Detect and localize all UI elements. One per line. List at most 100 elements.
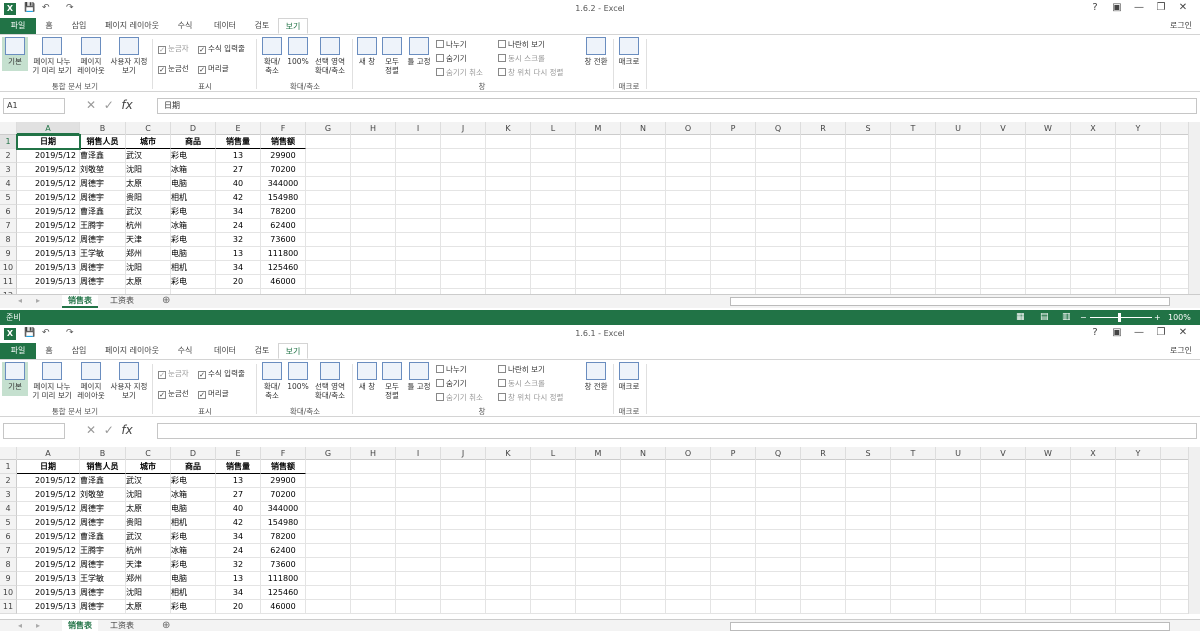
cell[interactable] (1026, 460, 1071, 474)
cell[interactable] (576, 149, 621, 163)
cell[interactable]: 电脑 (171, 177, 216, 191)
headings-checkbox-box[interactable]: ✓ (198, 391, 206, 399)
cell[interactable] (711, 177, 756, 191)
cell[interactable] (1026, 191, 1071, 205)
cell[interactable] (1071, 275, 1116, 289)
row-header[interactable]: 5 (0, 191, 17, 205)
cell[interactable] (396, 516, 441, 530)
cell[interactable] (801, 191, 846, 205)
cell[interactable] (846, 135, 891, 149)
cell[interactable] (936, 205, 981, 219)
cell[interactable] (1116, 247, 1161, 261)
formula-bar-checkbox-box[interactable]: ✓ (198, 371, 206, 379)
column-header[interactable]: L (531, 122, 576, 135)
cell[interactable]: 78200 (261, 205, 306, 219)
cell[interactable] (981, 191, 1026, 205)
cell[interactable] (711, 261, 756, 275)
cell[interactable] (441, 572, 486, 586)
column-header[interactable]: V (981, 447, 1026, 460)
cell[interactable] (846, 177, 891, 191)
cell[interactable]: 彩电 (171, 205, 216, 219)
cell[interactable] (801, 275, 846, 289)
cell[interactable] (1116, 149, 1161, 163)
cell[interactable]: 2019/5/12 (17, 149, 80, 163)
sync-scroll-button[interactable]: 동시 스크롤 (498, 53, 545, 64)
cell[interactable] (1071, 233, 1116, 247)
cell[interactable] (891, 460, 936, 474)
row-header[interactable]: 8 (0, 558, 17, 572)
headings-checkbox[interactable]: ✓ 머리글 (198, 388, 229, 399)
freeze-panes-button[interactable]: 틀 고정 (406, 37, 432, 69)
zoom-in-icon[interactable]: + (1154, 310, 1161, 325)
cell[interactable] (531, 191, 576, 205)
cell[interactable]: 刘敬堃 (80, 163, 126, 177)
worksheet-grid[interactable]: A B C D E F G H I J K L M N O P Q R S T U V W X Y 1 日期 销售人员 城市 商品 销售量销… (0, 447, 1188, 614)
column-header[interactable]: D (171, 447, 216, 460)
cell[interactable] (1071, 474, 1116, 488)
row-header[interactable]: 10 (0, 586, 17, 600)
tab-6[interactable]: 검토 (248, 18, 276, 34)
cell[interactable] (621, 572, 666, 586)
cell[interactable] (531, 275, 576, 289)
cell[interactable] (756, 149, 801, 163)
cell[interactable] (1116, 191, 1161, 205)
new-window-button[interactable]: 새 창 (356, 362, 378, 394)
cell[interactable]: 销售额 (261, 135, 306, 149)
cell[interactable] (891, 530, 936, 544)
new-window-button[interactable]: 새 창 (356, 37, 378, 69)
cell[interactable]: 彩电 (171, 233, 216, 247)
cell[interactable] (711, 558, 756, 572)
cell[interactable] (1026, 572, 1071, 586)
cell[interactable] (486, 572, 531, 586)
tab-7[interactable]: 보기 (278, 343, 308, 359)
custom-views-button[interactable]: 사용자 지정 보기 (108, 37, 150, 75)
cell[interactable] (1071, 163, 1116, 177)
cell[interactable] (936, 530, 981, 544)
cell[interactable] (846, 275, 891, 289)
cell[interactable] (711, 219, 756, 233)
cell[interactable] (1026, 600, 1071, 614)
cell[interactable]: 郑州 (126, 572, 171, 586)
cell[interactable]: 2019/5/12 (17, 544, 80, 558)
column-header[interactable]: S (846, 447, 891, 460)
cell[interactable] (306, 558, 351, 572)
tab-1[interactable]: 홈 (38, 18, 60, 34)
arrange-all-button[interactable]: 모두 정렬 (380, 37, 404, 75)
cell[interactable] (306, 275, 351, 289)
switch-windows-button[interactable]: 창 전환 (582, 362, 610, 394)
cell[interactable] (441, 600, 486, 614)
gridlines-checkbox[interactable]: ✓ 눈금선 (158, 388, 189, 399)
column-header[interactable]: P (711, 122, 756, 135)
zoom-100-button[interactable]: 100% (286, 37, 310, 69)
cell[interactable] (711, 488, 756, 502)
cell[interactable] (396, 219, 441, 233)
cell[interactable] (576, 530, 621, 544)
cell[interactable] (531, 488, 576, 502)
cell[interactable] (981, 558, 1026, 572)
cell[interactable] (846, 219, 891, 233)
cell[interactable]: 商品 (171, 135, 216, 149)
cell[interactable] (1071, 177, 1116, 191)
cell[interactable]: 王学敏 (80, 572, 126, 586)
cell[interactable]: 武汉 (126, 530, 171, 544)
cell[interactable] (666, 219, 711, 233)
enter-icon[interactable]: ✓ (104, 98, 114, 112)
cell[interactable] (486, 163, 531, 177)
cell[interactable]: 贵阳 (126, 516, 171, 530)
cell[interactable] (846, 502, 891, 516)
cell[interactable]: 彩电 (171, 600, 216, 614)
cell[interactable]: 125460 (261, 261, 306, 275)
cell[interactable] (351, 191, 396, 205)
cell[interactable] (891, 516, 936, 530)
cell[interactable] (1071, 586, 1116, 600)
sign-in-link[interactable]: 로그인 (1170, 20, 1192, 31)
add-sheet-icon[interactable]: ⊕ (162, 295, 170, 306)
cell[interactable] (756, 219, 801, 233)
headings-checkbox-box[interactable]: ✓ (198, 66, 206, 74)
cell[interactable] (441, 205, 486, 219)
cell[interactable]: 销售人员 (80, 460, 126, 474)
cell[interactable] (486, 149, 531, 163)
cell[interactable] (891, 586, 936, 600)
unhide-button-box[interactable] (436, 68, 444, 76)
cell[interactable] (846, 572, 891, 586)
